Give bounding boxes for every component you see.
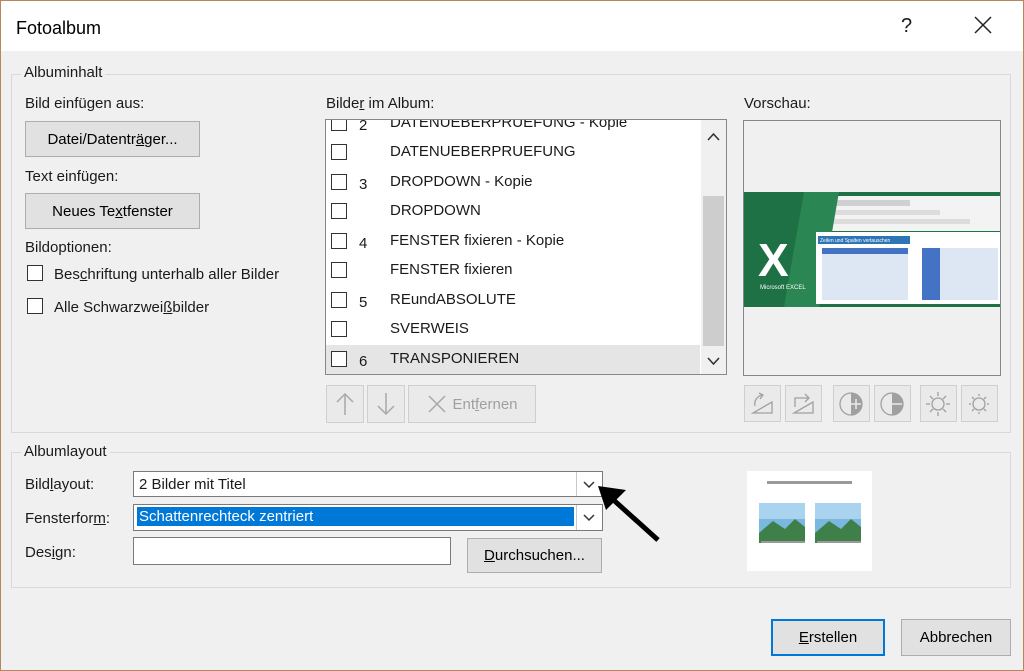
- rotate-left-icon: [750, 392, 773, 414]
- rotate-right-icon: [791, 393, 814, 414]
- list-item[interactable]: DROPDOWN: [326, 197, 700, 226]
- pictures-listbox[interactable]: 2 DATENUEBERPRUEFUNG - Kopie DATENUEBERP…: [325, 119, 727, 375]
- excel-x-logo: X: [758, 234, 789, 286]
- caption-checkbox[interactable]: [27, 265, 43, 281]
- scroll-up-icon[interactable]: [706, 130, 721, 144]
- design-label: Design:: [25, 544, 76, 561]
- brightness-down-icon: [969, 394, 989, 414]
- contrast-up-icon: [839, 392, 863, 416]
- preview-image: Zeilen und Spalten vertauschen X Microso…: [744, 192, 1000, 307]
- contrast-up-button[interactable]: [833, 385, 870, 422]
- list-item-checkbox[interactable]: [331, 120, 347, 131]
- list-item[interactable]: 2 DATENUEBERPRUEFUNG - Kopie: [326, 119, 700, 138]
- frame-shape-dropdown[interactable]: Schattenrechteck zentriert: [133, 504, 603, 531]
- list-item-checkbox[interactable]: [331, 233, 347, 249]
- picture-layout-label: Bildlayout:: [25, 476, 95, 493]
- file-disk-button[interactable]: Datei/Datentr ä ger...: [25, 121, 200, 157]
- arrow-up-icon: [336, 392, 354, 415]
- caption-option-label[interactable]: Beschriftung unterhalb aller Bilder: [54, 266, 279, 283]
- list-item-checkbox[interactable]: [331, 262, 347, 278]
- scrollbar-thumb[interactable]: [703, 196, 724, 346]
- list-item-checkbox[interactable]: [331, 292, 347, 308]
- brightness-up-button[interactable]: [920, 385, 957, 422]
- list-item[interactable]: 3 DROPDOWN - Kopie: [326, 168, 700, 197]
- list-item-checkbox[interactable]: [331, 321, 347, 337]
- contrast-down-button[interactable]: [874, 385, 911, 422]
- arrow-down-icon: [377, 393, 395, 416]
- list-item-name: DROPDOWN: [390, 202, 481, 219]
- list-item-name: FENSTER fixieren - Kopie: [390, 232, 565, 249]
- preview-caption: Zeilen und Spalten vertauschen: [820, 238, 891, 244]
- insert-from-label: Bild einfügen aus:: [25, 95, 145, 112]
- title-bar: Fotoalbum ?: [1, 1, 1023, 51]
- annotation-arrow-icon: [598, 486, 660, 542]
- list-item-number: 3: [359, 176, 368, 193]
- move-up-button[interactable]: [326, 385, 364, 423]
- design-input[interactable]: [133, 537, 451, 565]
- frame-shape-label: Fensterform:: [25, 510, 111, 527]
- frame-shape-value: Schattenrechteck zentriert: [137, 507, 574, 526]
- list-item-selected[interactable]: 6 TRANSPONIEREN: [326, 345, 700, 374]
- cancel-button[interactable]: Abbrechen: [901, 619, 1011, 656]
- list-item-checkbox[interactable]: [331, 351, 347, 367]
- move-down-button[interactable]: [367, 385, 405, 423]
- layout-picture-left: [759, 503, 805, 543]
- preview-pane: Zeilen und Spalten vertauschen X Microso…: [743, 120, 1001, 376]
- albuminhalt-legend: Albuminhalt: [21, 64, 106, 81]
- brightness-down-button[interactable]: [961, 385, 998, 422]
- list-item[interactable]: 5 REundABSOLUTE: [326, 286, 700, 315]
- pictures-in-album-label: Bilder im Album:: [326, 95, 435, 112]
- list-item-number: 2: [359, 119, 368, 134]
- rotate-right-button[interactable]: [785, 385, 822, 422]
- create-button[interactable]: Erstellen: [771, 619, 885, 656]
- list-item-checkbox[interactable]: [331, 203, 347, 219]
- list-item-name: DATENUEBERPRUEFUNG: [390, 143, 576, 160]
- text-insert-label: Text einfügen:: [25, 168, 119, 185]
- delete-x-icon: [428, 395, 446, 413]
- list-item-number: 6: [359, 353, 368, 370]
- black-white-checkbox[interactable]: [27, 298, 43, 314]
- list-item[interactable]: SVERWEIS: [326, 315, 700, 344]
- list-item-checkbox[interactable]: [331, 144, 347, 160]
- close-icon[interactable]: [969, 11, 997, 39]
- new-textbox-button[interactable]: Neues Te x tfenster: [25, 193, 200, 229]
- layout-title-bar: [767, 481, 852, 484]
- black-white-option-label[interactable]: Alle Schwarzweißbilder: [54, 299, 209, 316]
- help-button[interactable]: ?: [901, 15, 912, 38]
- list-item[interactable]: FENSTER fixieren: [326, 256, 700, 285]
- list-item[interactable]: DATENUEBERPRUEFUNG: [326, 138, 700, 167]
- remove-button[interactable]: Ent f ernen: [408, 385, 536, 423]
- list-scrollbar[interactable]: [701, 120, 726, 374]
- list-item-name: DATENUEBERPRUEFUNG - Kopie: [390, 119, 628, 131]
- list-item-checkbox[interactable]: [331, 174, 347, 190]
- excel-logo-text: Microsoft EXCEL: [760, 285, 806, 291]
- list-item-name: SVERWEIS: [390, 320, 469, 337]
- preview-label: Vorschau:: [744, 95, 811, 112]
- contrast-down-icon: [880, 392, 904, 416]
- scroll-down-icon[interactable]: [706, 354, 721, 368]
- window-title: Fotoalbum: [16, 18, 102, 38]
- picture-options-label: Bildoptionen:: [25, 239, 112, 256]
- list-item-name: FENSTER fixieren: [390, 261, 513, 278]
- list-item-number: 5: [359, 294, 368, 311]
- picture-layout-value: 2 Bilder mit Titel: [139, 476, 246, 493]
- list-item-name: DROPDOWN - Kopie: [390, 173, 533, 190]
- list-item-number: 4: [359, 235, 368, 252]
- browse-button[interactable]: Durchsuchen...: [467, 538, 602, 573]
- layout-picture-right: [815, 503, 861, 543]
- layout-preview: [747, 471, 872, 571]
- albumlayout-legend: Albumlayout: [21, 443, 110, 460]
- list-item[interactable]: 4 FENSTER fixieren - Kopie: [326, 227, 700, 256]
- list-item-name: TRANSPONIEREN: [390, 350, 520, 367]
- brightness-up-icon: [926, 392, 950, 416]
- rotate-left-button[interactable]: [744, 385, 781, 422]
- list-item-name: REundABSOLUTE: [390, 291, 516, 308]
- picture-layout-dropdown[interactable]: 2 Bilder mit Titel: [133, 471, 603, 497]
